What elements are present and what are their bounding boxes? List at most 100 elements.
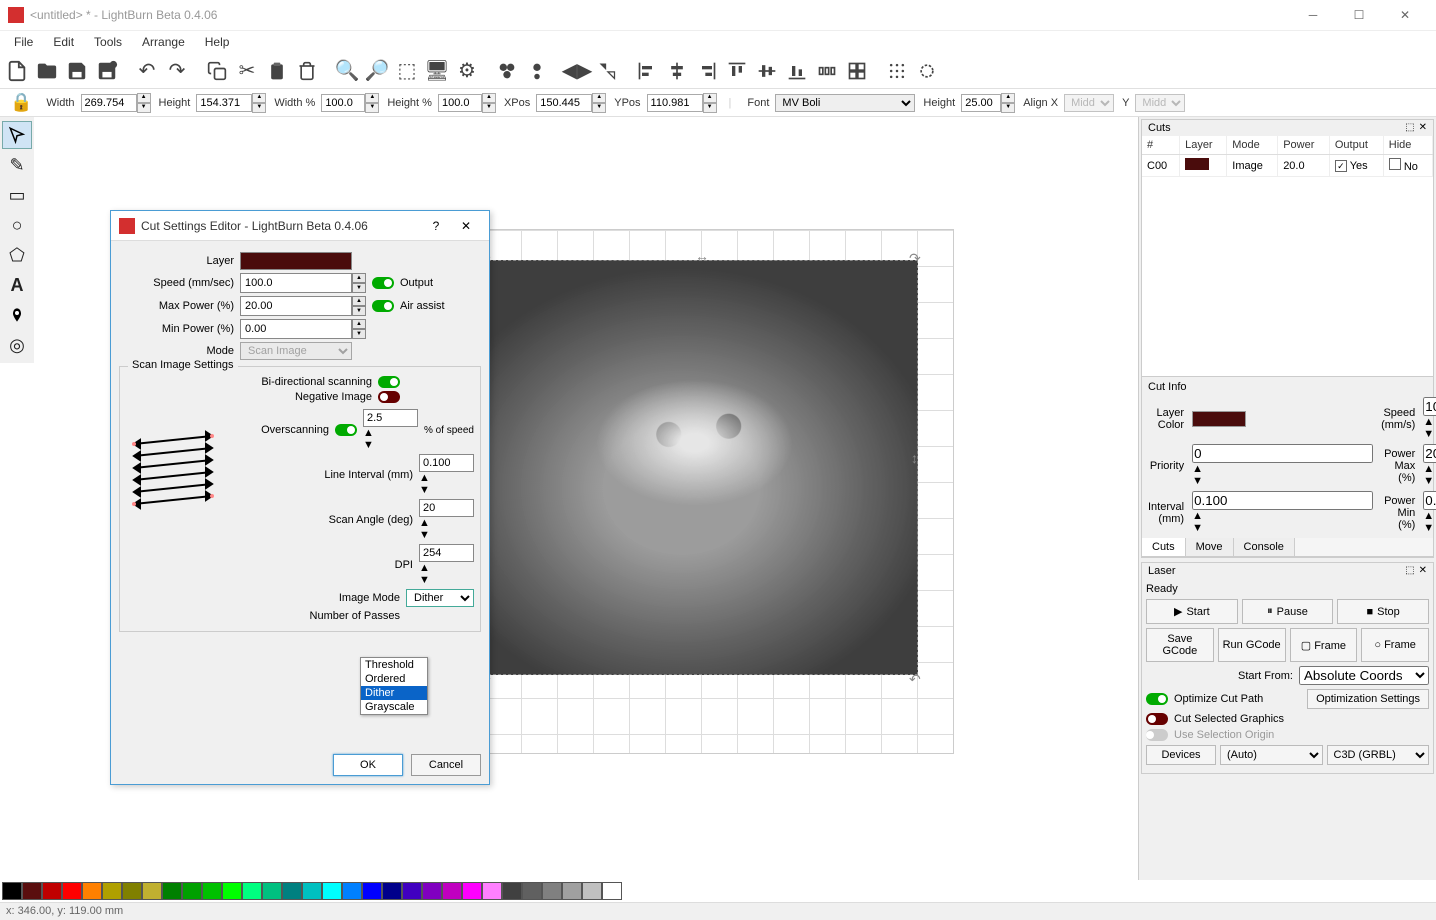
save-gcode-button[interactable]: Save GCode xyxy=(1146,628,1214,662)
save-icon[interactable] xyxy=(64,58,90,84)
powermin-input[interactable] xyxy=(1423,491,1436,510)
text-tool[interactable]: A xyxy=(2,271,32,299)
panel-undock-icon[interactable]: ⬚ xyxy=(1405,565,1414,577)
dlg-speed-input[interactable] xyxy=(240,273,352,293)
redo-icon[interactable]: ↷ xyxy=(164,58,190,84)
rotate-handle-tr[interactable]: ↷ xyxy=(909,250,921,262)
col-hide[interactable]: Hide xyxy=(1383,136,1432,155)
gear-outline-icon[interactable] xyxy=(914,58,940,84)
height-input[interactable] xyxy=(196,94,252,112)
start-from-select[interactable]: Absolute Coords xyxy=(1299,666,1429,685)
xpos-input[interactable] xyxy=(536,94,592,112)
tab-console[interactable]: Console xyxy=(1234,538,1295,556)
col-id[interactable]: # xyxy=(1142,136,1180,155)
tab-move[interactable]: Move xyxy=(1186,538,1234,556)
palette-swatch-25[interactable] xyxy=(502,882,522,900)
dialog-close-button[interactable]: ✕ xyxy=(451,219,481,233)
palette-swatch-14[interactable] xyxy=(282,882,302,900)
palette-swatch-0[interactable] xyxy=(2,882,22,900)
palette-swatch-26[interactable] xyxy=(522,882,542,900)
group-icon[interactable] xyxy=(494,58,520,84)
frame-button[interactable]: ▢ Frame xyxy=(1290,628,1358,662)
zoom-out-icon[interactable]: 🔎 xyxy=(364,58,390,84)
controller-select[interactable]: C3D (GRBL) xyxy=(1327,745,1430,765)
palette-swatch-1[interactable] xyxy=(22,882,42,900)
selected-image[interactable] xyxy=(488,260,918,675)
palette-swatch-11[interactable] xyxy=(222,882,242,900)
new-icon[interactable] xyxy=(4,58,30,84)
panel-close-icon[interactable]: ✕ xyxy=(1419,565,1427,577)
palette-swatch-24[interactable] xyxy=(482,882,502,900)
heightp-input[interactable] xyxy=(438,94,482,112)
overscan-input[interactable] xyxy=(363,409,418,427)
minimize-button[interactable]: ─ xyxy=(1290,0,1336,30)
palette-swatch-23[interactable] xyxy=(462,882,482,900)
palette-swatch-19[interactable] xyxy=(382,882,402,900)
menu-edit[interactable]: Edit xyxy=(43,33,84,51)
rectangle-tool[interactable]: ▭ xyxy=(2,181,32,209)
palette-swatch-21[interactable] xyxy=(422,882,442,900)
priority-input[interactable] xyxy=(1192,444,1373,463)
table-row[interactable]: C00 Image 20.0 ✓ Yes No xyxy=(1142,155,1433,177)
scan-angle-input[interactable] xyxy=(419,499,474,517)
flip-h-icon[interactable]: ◀▶ xyxy=(564,58,590,84)
palette-swatch-2[interactable] xyxy=(42,882,62,900)
layer-color-chip[interactable] xyxy=(1192,411,1246,427)
offset-tool[interactable]: ◎ xyxy=(2,331,32,359)
line-interval-input[interactable] xyxy=(419,454,474,472)
panel-undock-icon[interactable]: ⬚ xyxy=(1405,122,1414,134)
fontheight-input[interactable] xyxy=(961,94,1001,112)
ypos-input[interactable] xyxy=(647,94,703,112)
palette-swatch-12[interactable] xyxy=(242,882,262,900)
overscan-toggle[interactable] xyxy=(335,424,357,436)
polygon-tool[interactable]: ⬠ xyxy=(2,241,32,269)
preview-icon[interactable]: 🖥 xyxy=(424,58,450,84)
lock-icon[interactable]: 🔒 xyxy=(4,92,38,113)
pen-tool[interactable]: ✎ xyxy=(2,151,32,179)
width-input[interactable] xyxy=(81,94,137,112)
interval-input[interactable] xyxy=(1192,491,1373,510)
palette-swatch-3[interactable] xyxy=(62,882,82,900)
save-as-icon[interactable] xyxy=(94,58,120,84)
tab-cuts[interactable]: Cuts xyxy=(1142,538,1186,556)
dialog-help-button[interactable]: ? xyxy=(421,219,451,233)
dlg-layer-chip[interactable] xyxy=(240,252,352,270)
align-left-icon[interactable] xyxy=(634,58,660,84)
open-icon[interactable] xyxy=(34,58,60,84)
align-top-icon[interactable] xyxy=(724,58,750,84)
dpi-input[interactable] xyxy=(419,544,474,562)
palette-swatch-7[interactable] xyxy=(142,882,162,900)
palette-swatch-8[interactable] xyxy=(162,882,182,900)
run-gcode-button[interactable]: Run GCode xyxy=(1218,628,1286,662)
flip-v-icon[interactable] xyxy=(594,58,620,84)
option-threshold[interactable]: Threshold xyxy=(361,658,427,672)
dlg-airassist-toggle[interactable] xyxy=(372,300,394,312)
spin-down[interactable]: ▼ xyxy=(137,103,151,113)
palette-swatch-22[interactable] xyxy=(442,882,462,900)
stop-button[interactable]: ■ Stop xyxy=(1337,599,1429,624)
zoom-frame-icon[interactable]: ⬚ xyxy=(394,58,420,84)
align-right-icon[interactable] xyxy=(694,58,720,84)
powermax-input[interactable] xyxy=(1423,444,1436,463)
col-layer[interactable]: Layer xyxy=(1180,136,1227,155)
optimize-toggle[interactable] xyxy=(1146,693,1168,705)
start-button[interactable]: ▶ Start xyxy=(1146,599,1238,624)
panel-close-icon[interactable]: ✕ xyxy=(1419,122,1427,134)
palette-swatch-17[interactable] xyxy=(342,882,362,900)
frame2-button[interactable]: ○ Frame xyxy=(1361,628,1429,662)
cut-selected-toggle[interactable] xyxy=(1146,713,1168,725)
devices-button[interactable]: Devices xyxy=(1146,745,1216,765)
delete-icon[interactable] xyxy=(294,58,320,84)
col-output[interactable]: Output xyxy=(1329,136,1383,155)
palette-swatch-6[interactable] xyxy=(122,882,142,900)
palette-swatch-29[interactable] xyxy=(582,882,602,900)
menu-arrange[interactable]: Arrange xyxy=(132,33,195,51)
palette-swatch-9[interactable] xyxy=(182,882,202,900)
dlg-maxpower-input[interactable] xyxy=(240,296,352,316)
palette-swatch-16[interactable] xyxy=(322,882,342,900)
paste-icon[interactable] xyxy=(264,58,290,84)
maximize-button[interactable]: ☐ xyxy=(1336,0,1382,30)
pause-button[interactable]: ⏸ Pause xyxy=(1242,599,1334,624)
dlg-minpower-input[interactable] xyxy=(240,319,352,339)
dlg-output-toggle[interactable] xyxy=(372,277,394,289)
